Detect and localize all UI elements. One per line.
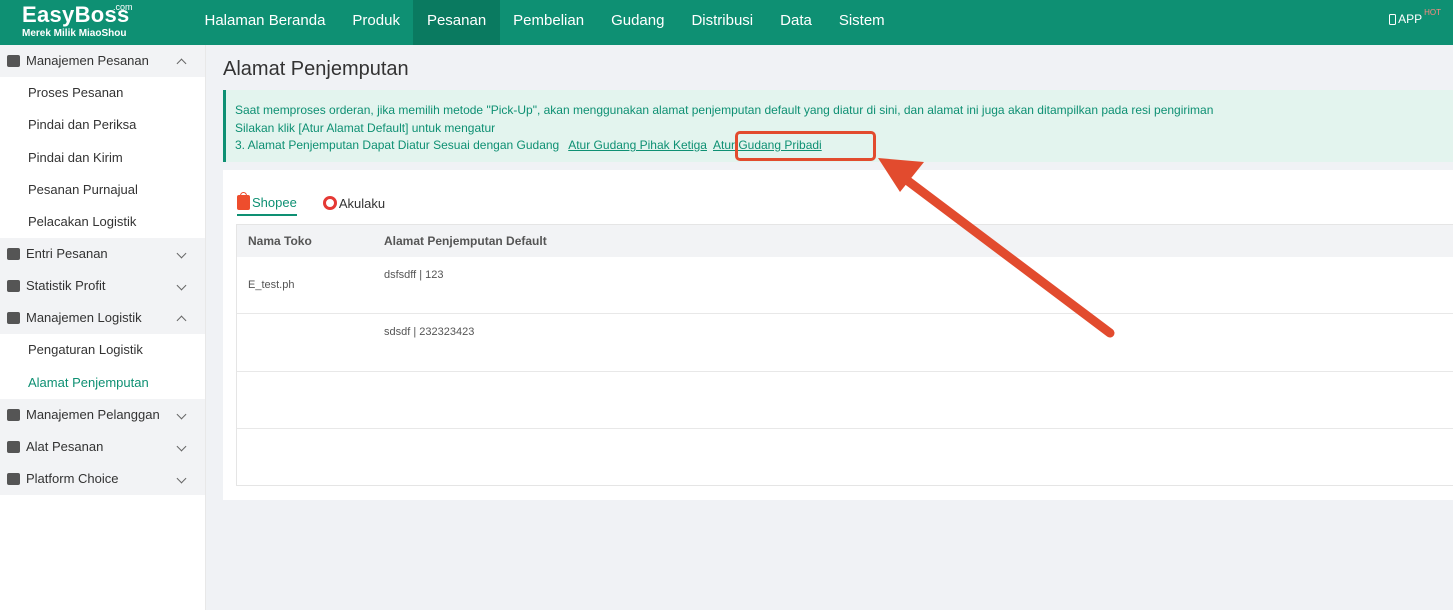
column-header-default-address: Alamat Penjemputan Default	[384, 234, 547, 248]
customer-icon	[7, 409, 20, 422]
sidebar-group-manajemen-logistik[interactable]: Manajemen Logistik	[0, 302, 205, 335]
pickup-address: sdsdf | 232323423	[384, 326, 475, 338]
page-title: Alamat Penjemputan	[223, 58, 409, 80]
platform-icon	[7, 473, 20, 486]
table-row[interactable]	[237, 372, 1453, 429]
nav-pesanan[interactable]: Pesanan	[413, 0, 500, 45]
tab-akulaku[interactable]: Akulaku	[322, 190, 386, 216]
pickup-address: dsfsdff | 123	[384, 269, 444, 281]
nav-produk[interactable]: Produk	[339, 0, 414, 45]
sidebar-item-pengaturan-logistik[interactable]: Pengaturan Logistik	[0, 334, 205, 366]
tab-label: Shopee	[252, 194, 297, 210]
chevron-up-icon	[176, 58, 187, 69]
app-label: APP	[1398, 12, 1423, 26]
sidebar-item-pindai-periksa[interactable]: Pindai dan Periksa	[0, 109, 205, 141]
brand-logo[interactable]: EasyBoss .com Merek Milik MiaoShou	[22, 2, 182, 42]
hot-badge: HOT	[1424, 7, 1441, 17]
nav-distribusi[interactable]: Distribusi	[678, 0, 767, 45]
sidebar-item-pelacakan-logistik[interactable]: Pelacakan Logistik	[0, 206, 205, 238]
profit-stats-icon	[7, 280, 20, 293]
nav-data[interactable]: Data	[767, 0, 826, 45]
main-nav: Halaman Beranda Produk Pesanan Pembelian…	[191, 0, 898, 45]
nav-home[interactable]: Halaman Beranda	[191, 0, 339, 45]
sidebar-group-label: Statistik Profit	[26, 278, 106, 294]
sidebar-group-alat-pesanan[interactable]: Alat Pesanan	[0, 431, 205, 464]
content-card: Shopee Akulaku Nama Toko Alamat Penjempu…	[223, 170, 1453, 500]
sidebar-group-label: Manajemen Pelanggan	[26, 407, 160, 423]
notice-line-3: 3. Alamat Penjemputan Dapat Diatur Sesua…	[235, 138, 560, 152]
pickup-address-table: Nama Toko Alamat Penjemputan Default E_t…	[236, 224, 1453, 486]
sidebar: Manajemen Pesanan Proses Pesanan Pindai …	[0, 45, 206, 610]
brand-com: .com	[113, 2, 133, 12]
sidebar-group-label: Alat Pesanan	[26, 439, 104, 455]
sidebar-group-label: Manajemen Logistik	[26, 310, 142, 326]
chevron-down-icon	[176, 441, 187, 452]
order-tools-icon	[7, 441, 20, 454]
table-row[interactable]: sdsdf | 232323423	[237, 314, 1453, 372]
sidebar-group-label: Entri Pesanan	[26, 246, 108, 262]
table-row[interactable]	[237, 429, 1453, 486]
shopee-icon	[237, 191, 250, 210]
notice-line-1: Saat memproses orderan, jika memilih met…	[235, 103, 1214, 117]
truck-icon	[7, 312, 20, 325]
chevron-up-icon	[176, 316, 187, 326]
sidebar-item-pesanan-purnajual[interactable]: Pesanan Purnajual	[0, 174, 205, 206]
column-header-store-name: Nama Toko	[248, 234, 312, 248]
nav-gudang[interactable]: Gudang	[598, 0, 678, 45]
sidebar-group-statistik-profit[interactable]: Statistik Profit	[0, 270, 205, 303]
tab-shopee[interactable]: Shopee	[237, 190, 297, 216]
sidebar-item-proses-pesanan[interactable]: Proses Pesanan	[0, 77, 205, 109]
chevron-down-icon	[176, 249, 187, 259]
sidebar-group-label: Manajemen Pesanan	[26, 53, 149, 68]
sidebar-group-manajemen-pesanan[interactable]: Manajemen Pesanan	[0, 45, 205, 77]
tab-label: Akulaku	[338, 195, 386, 211]
platform-tabs: Shopee Akulaku	[237, 190, 385, 216]
chevron-down-icon	[176, 281, 187, 291]
top-navbar: EasyBoss .com Merek Milik MiaoShou Halam…	[0, 0, 1453, 45]
table-header: Nama Toko Alamat Penjemputan Default	[237, 225, 1453, 257]
nav-sistem[interactable]: Sistem	[825, 0, 898, 45]
sidebar-item-alamat-penjemputan[interactable]: Alamat Penjemputan	[0, 367, 205, 399]
order-entry-icon	[7, 248, 20, 261]
set-third-party-warehouse-link[interactable]: Atur Gudang Pihak Ketiga	[568, 138, 707, 152]
chevron-down-icon	[176, 409, 187, 420]
store-name: E_test.ph	[248, 279, 295, 291]
sidebar-group-manajemen-pelanggan[interactable]: Manajemen Pelanggan	[0, 399, 205, 432]
phone-icon	[1389, 13, 1397, 25]
sidebar-group-entri-pesanan[interactable]: Entri Pesanan	[0, 238, 205, 271]
app-download-link[interactable]: APP HOT	[1389, 8, 1441, 26]
sidebar-group-platform-choice[interactable]: Platform Choice	[0, 463, 205, 496]
akulaku-icon	[322, 196, 337, 210]
chevron-down-icon	[176, 473, 187, 484]
sidebar-item-pindai-kirim[interactable]: Pindai dan Kirim	[0, 142, 205, 174]
order-management-icon	[7, 55, 20, 67]
nav-pembelian[interactable]: Pembelian	[500, 0, 598, 45]
highlight-annotation-box	[735, 131, 876, 161]
brand-tagline: Merek Milik MiaoShou	[22, 28, 127, 39]
sidebar-group-label: Platform Choice	[26, 471, 119, 487]
table-row[interactable]: E_test.ph dsfsdff | 123	[237, 257, 1453, 314]
